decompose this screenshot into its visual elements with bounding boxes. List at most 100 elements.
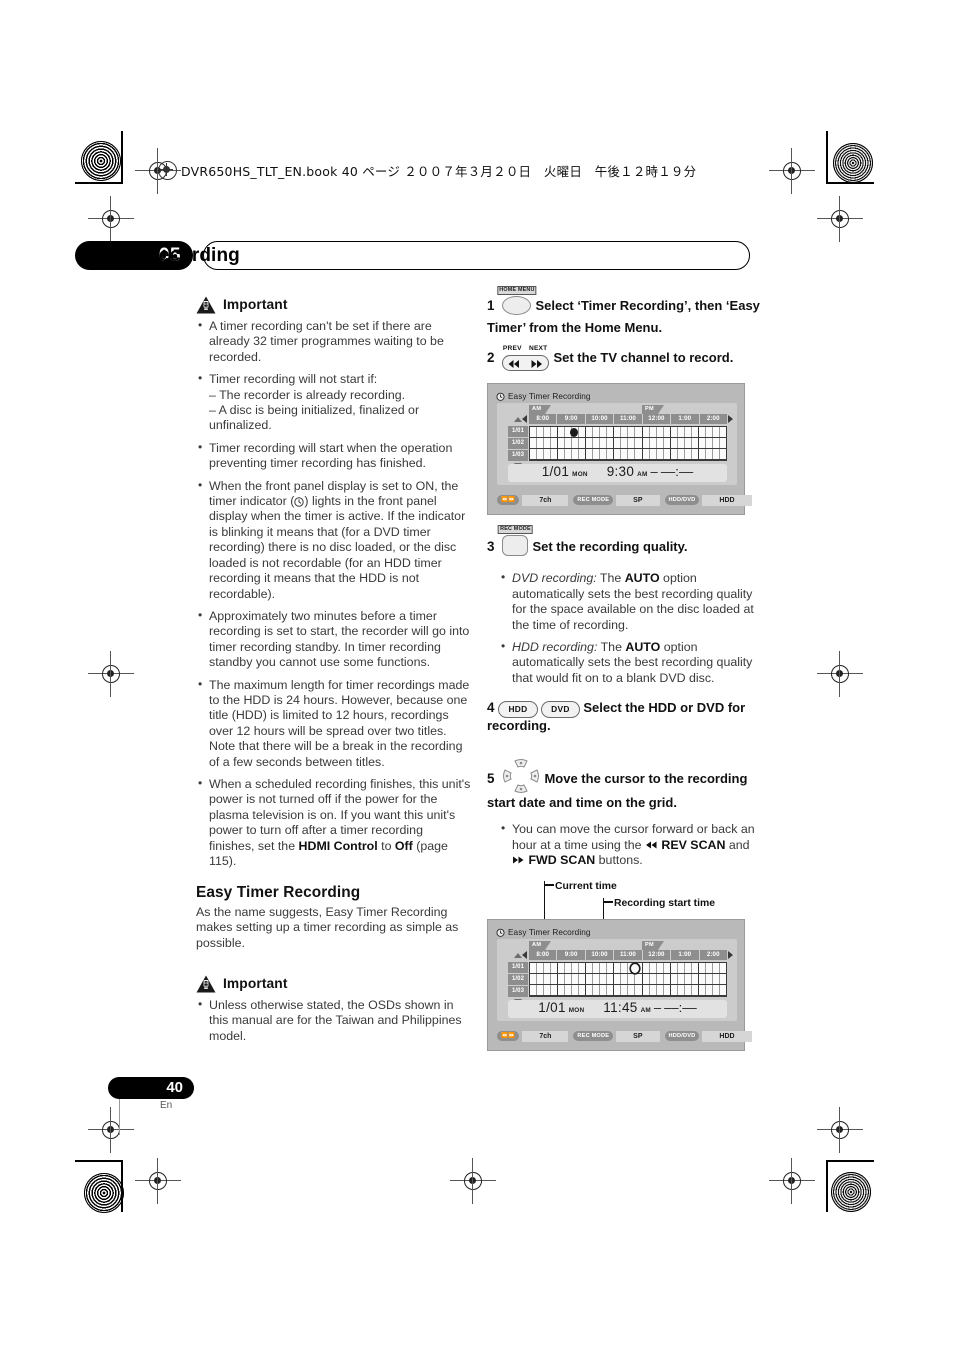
- device-key-label: HDD/DVD: [664, 1031, 700, 1042]
- step-3-bullets: DVD recording: The AUTO option automatic…: [499, 570, 762, 686]
- bullet-subline: – A disc is being initialized, finalized…: [209, 403, 420, 433]
- registration-target-bottom-right: [769, 1158, 815, 1204]
- scroll-right-arrow-2[interactable]: [728, 950, 733, 959]
- recmode-value: SP: [616, 1030, 660, 1042]
- registration-target-left-mid: [88, 651, 134, 697]
- time-header-row-1: 8:00 9:00 10:00 11:00 12:00 1:00 2:00: [529, 413, 727, 424]
- book-header-line: DVR650HS_TLT_EN.book 40 ページ ２００７年３月２０日 火…: [158, 161, 696, 180]
- step-1-number: 1: [487, 298, 495, 313]
- important-heading-1: Important: [196, 296, 471, 314]
- readout-date: 1/01: [541, 463, 570, 479]
- grid-row[interactable]: [530, 984, 726, 996]
- time-header-cell: 1:00: [671, 413, 700, 424]
- step-2: 2 PREV NEXT Set the TV channel to record.: [487, 345, 762, 372]
- bullet-text: A timer recording can't be set if there …: [209, 319, 444, 364]
- manual-page: DVR650HS_TLT_EN.book 40 ページ ２００７年３月２０日 火…: [0, 0, 954, 1351]
- bullet-text: Timer recording will start when the oper…: [209, 440, 453, 471]
- time-header-cell: 12:00: [642, 949, 672, 960]
- timer-grid-2[interactable]: [529, 961, 727, 997]
- dvd-button[interactable]: DVD: [541, 701, 580, 719]
- rewind-icon: [508, 359, 520, 368]
- fast-forward-icon: [531, 359, 543, 368]
- timer-grid-1[interactable]: [529, 425, 727, 461]
- important-label-1: Important: [223, 297, 288, 313]
- grid-cursor-1[interactable]: [570, 427, 578, 437]
- readout-meridiem: AM: [637, 470, 648, 478]
- day-label: 1/02: [508, 437, 528, 449]
- readout-weekday: MON: [568, 1006, 585, 1014]
- bullet-item: A timer recording can't be set if there …: [196, 318, 471, 365]
- bullet-item: When a scheduled recording finishes, thi…: [196, 776, 471, 869]
- osd-readout-1: 1/01 MON 9:30 AM – ––:––: [508, 463, 727, 482]
- bullet-pre: The: [597, 640, 626, 654]
- registration-rosette-top-left: [81, 141, 121, 181]
- step-5-bullets: You can move the cursor forward or back …: [499, 821, 762, 868]
- day-label: 1/01: [508, 425, 528, 437]
- callout-leader-line: [544, 884, 554, 886]
- page-number-badge: 40: [108, 1077, 194, 1099]
- registration-target-bottom-center: [450, 1158, 496, 1204]
- grid-row[interactable]: [530, 448, 726, 460]
- callout-current-time: Current time: [544, 879, 617, 894]
- registration-target-right-mid: [817, 651, 863, 697]
- section-body-easy-timer-recording: As the name suggests, Easy Timer Recordi…: [196, 904, 459, 950]
- osd-screenshot-2: Easy Timer Recording AM PM 8:00 9:00 10:…: [487, 918, 752, 1051]
- device-status-group-2: HDD/DVD HDD: [664, 1030, 752, 1042]
- grid-row[interactable]: [530, 973, 726, 985]
- crop-mark-top-left-v: [121, 131, 123, 183]
- section-heading-easy-timer-recording: Easy Timer Recording: [196, 884, 361, 902]
- registration-rosette-top-right: [833, 143, 873, 183]
- callout-recording-start-time-text: Recording start time: [614, 897, 716, 909]
- hdd-button[interactable]: HDD: [498, 701, 538, 719]
- day-label-column-1: 1/01 1/02 1/03: [508, 425, 528, 462]
- crop-mark-top-left-h: [75, 182, 123, 184]
- crop-mark-top-right-v: [826, 131, 828, 183]
- bullet-item: Timer recording will start when the oper…: [196, 440, 471, 472]
- pm-tab-1: PM: [642, 404, 664, 414]
- osd-status-bar-2: ⏪⏩ 7ch REC MODE SP HDD/DVD HDD: [497, 1030, 752, 1043]
- bullet-item: Approximately two minutes before a timer…: [196, 608, 471, 671]
- scroll-right-arrow-1[interactable]: [728, 414, 733, 423]
- dvd-recording-label: DVD recording:: [512, 571, 597, 586]
- home-menu-button-caption: HOME MENU: [497, 286, 537, 295]
- registration-inline-icon: [158, 161, 177, 180]
- registration-target-top-right: [769, 148, 815, 194]
- day-label: 1/03: [508, 985, 528, 997]
- osd-title-text: Easy Timer Recording: [508, 391, 591, 401]
- auto-term: AUTO: [625, 640, 661, 654]
- page-language-label: En: [160, 1100, 173, 1111]
- recmode-key-label: REC MODE: [573, 1031, 614, 1042]
- readout-separator: –: [650, 463, 658, 479]
- pm-tab-2: PM: [642, 940, 664, 950]
- crop-mark-bottom-left-h: [75, 1160, 123, 1162]
- time-header-cell: 11:00: [614, 413, 643, 424]
- time-header-cell: 11:00: [614, 949, 643, 960]
- readout-weekday: MON: [572, 470, 588, 478]
- time-header-cell: 2:00: [699, 413, 727, 424]
- scroll-left-arrow-1[interactable]: [522, 414, 527, 423]
- rec-mode-button-caption: REC MODE: [498, 524, 533, 534]
- registration-target-left-upper: [88, 196, 134, 242]
- registration-target-right-lower: [817, 1107, 863, 1153]
- page-title: Recording: [145, 245, 240, 266]
- grid-row[interactable]: [530, 437, 726, 449]
- grid-row[interactable]: [530, 962, 726, 974]
- scroll-up-arrow-1[interactable]: [514, 416, 522, 422]
- bullet-text: Approximately two minutes before a timer…: [209, 608, 470, 670]
- prev-next-key-icon: ⏪⏩: [497, 1031, 520, 1042]
- callout-leader-line: [603, 901, 613, 903]
- grid-cursor-2[interactable]: [631, 963, 639, 973]
- scroll-left-arrow-2[interactable]: [522, 950, 527, 959]
- callout-recording-start-time: Recording start time: [603, 896, 715, 911]
- grid-row[interactable]: [530, 426, 726, 438]
- day-label: 1/02: [508, 973, 528, 985]
- step-5: 5 Move the cursor to the recording start…: [487, 757, 762, 812]
- osd-title-2: Easy Timer Recording: [496, 925, 591, 940]
- readout-meridiem: AM: [640, 1006, 651, 1014]
- rec-mode-button-icon: REC MODE: [498, 524, 533, 561]
- bullet-item: Timer recording will not start if: – The…: [196, 371, 471, 434]
- right-column: 1 HOME MENU Select ‘Timer Recording’, then…: [487, 286, 762, 1051]
- recmode-status-group-1: REC MODE SP: [573, 494, 660, 506]
- scroll-up-arrow-2[interactable]: [514, 952, 522, 958]
- bullet-text: Timer recording will not start if:: [209, 372, 378, 387]
